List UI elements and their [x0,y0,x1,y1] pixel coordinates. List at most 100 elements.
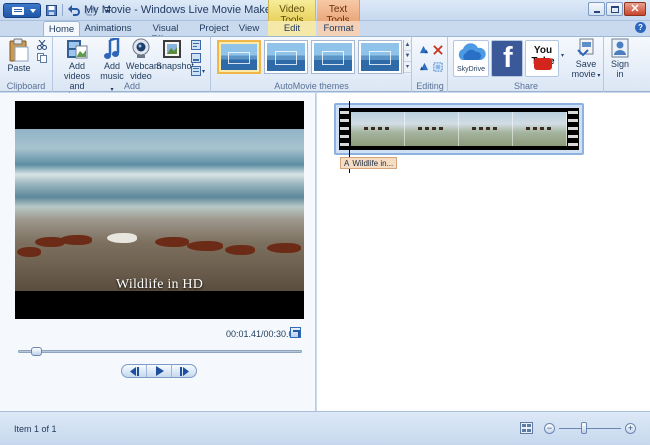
editing-group-label: Editing [416,81,444,91]
maximize-button[interactable] [606,2,623,16]
paste-label: Paste [7,63,31,73]
music-note-icon [104,38,120,59]
undo-icon[interactable] [66,2,81,18]
film-sprocket [568,108,578,150]
seek-thumb[interactable] [31,347,43,356]
title-icon[interactable] [191,40,201,50]
zoom-thumb[interactable] [580,422,587,434]
title-bar: My Movie - Windows Live Movie Maker Vide… [0,0,650,26]
fullscreen-icon[interactable] [290,327,301,338]
caption-icon[interactable] [191,53,201,63]
gallery-scroll[interactable]: ▲ ▼ ▾ [403,40,411,74]
video-tools-header: Video Tools [268,0,316,26]
sign-in-label-2: in [616,69,624,79]
video-clip[interactable] [334,103,584,155]
seek-bar[interactable] [18,350,302,353]
tab-visual-effects[interactable]: Visual Effects [137,21,194,45]
theme-thumbnail[interactable] [217,40,261,74]
remove-icon[interactable] [433,45,443,55]
chevron-up-icon[interactable]: ▲ [404,40,411,51]
webcam-label-2: video [130,71,152,81]
select-all-icon[interactable] [433,62,443,72]
thumbnail-size-icon[interactable] [520,422,533,434]
playback-controls [121,364,197,378]
facebook-icon: f [503,42,513,74]
rotate-left-icon[interactable] [419,45,429,55]
status-bar: Item 1 of 1 − + [0,411,650,445]
copy-icon[interactable] [37,53,47,63]
close-icon: ✕ [630,3,640,15]
storyboard-pane: A Wildlife in... [317,93,650,411]
horse [17,247,41,257]
chevron-down-icon [30,9,36,13]
gallery-more-icon[interactable]: ▾ [404,62,411,73]
signin-group: Sign in [605,37,635,92]
zoom-in-button[interactable]: + [625,423,636,434]
snapshot-button[interactable]: Snapshot [156,38,194,71]
ribbon-tabs: Home Animations Visual Effects Project V… [0,21,650,45]
share-group-label: Share [513,81,539,91]
next-frame-button[interactable] [172,365,196,377]
add-group-label: Add [123,81,140,91]
zoom-out-button[interactable]: − [544,423,555,434]
text-tools-header: Text Tools [317,0,360,26]
youtube-button[interactable]: You Tube [525,40,559,77]
clip-caption[interactable]: A Wildlife in... [340,157,398,169]
horse [60,235,92,245]
maximize-icon [611,6,619,13]
horse [225,245,255,255]
add-videos-photos-button[interactable]: Add videos and photos [57,38,97,101]
tab-home[interactable]: Home [43,21,80,37]
chevron-down-icon[interactable]: ▾ [202,68,205,75]
share-more-icon[interactable]: ▾ [561,52,564,59]
video-caption: Wildlife in HD [116,277,203,292]
video-preview[interactable]: Wildlife in HD [15,101,304,319]
next-frame-icon [179,366,189,376]
cut-icon[interactable] [37,40,47,50]
app-menu-icon [12,7,24,15]
tab-animations[interactable]: Animations [82,21,134,36]
credits-icon[interactable] [191,66,201,76]
webcam-video-button[interactable]: Webcam video [126,38,161,81]
ribbon: Paste Clipboard Add videos and photos Ad… [0,36,650,101]
tab-format[interactable]: Format [317,21,360,36]
window-controls: ✕ [588,2,646,16]
sign-in-button[interactable]: Sign in [607,38,633,79]
previous-frame-button[interactable] [122,365,147,377]
horse [187,241,223,251]
theme-thumbnail[interactable] [264,40,308,74]
preview-pane: Wildlife in HD 00:01.41/00:30.09 [0,93,316,411]
window-title: My Movie - Windows Live Movie Maker [84,4,275,16]
sign-in-label-1: Sign [610,59,629,69]
close-button[interactable]: ✕ [624,2,646,16]
help-icon[interactable]: ? [635,22,646,33]
theme-thumbnail[interactable] [311,40,355,74]
add-music-label-2: music [100,71,124,81]
webcam-icon [132,38,150,58]
tab-view[interactable]: View [234,21,264,36]
paste-button[interactable]: Paste [6,38,32,73]
skydrive-button[interactable]: SkyDrive [453,40,489,77]
theme-thumbnail[interactable] [358,40,402,74]
youtube-logo-box [534,58,552,70]
snapshot-icon [163,40,181,58]
play-button[interactable] [147,365,172,377]
zoom-slider[interactable] [559,428,621,429]
tab-edit[interactable]: Edit [268,21,316,36]
editing-group: Editing [413,37,448,92]
horse [155,237,189,247]
play-icon [155,366,164,376]
film-strip [339,108,579,150]
skydrive-icon [458,43,486,60]
save-movie-button[interactable]: Save movie ▾ [571,38,601,81]
facebook-button[interactable]: f [491,40,523,77]
rotate-right-icon[interactable] [419,62,429,72]
save-movie-label-2: movie [571,69,596,79]
save-movie-label-1: Save [575,59,597,69]
minimize-button[interactable] [588,2,605,16]
horse [107,233,137,243]
tab-project[interactable]: Project [196,21,232,36]
app-menu-button[interactable] [3,3,41,18]
save-icon[interactable] [44,2,59,18]
chevron-down-icon[interactable]: ▼ [404,51,411,62]
